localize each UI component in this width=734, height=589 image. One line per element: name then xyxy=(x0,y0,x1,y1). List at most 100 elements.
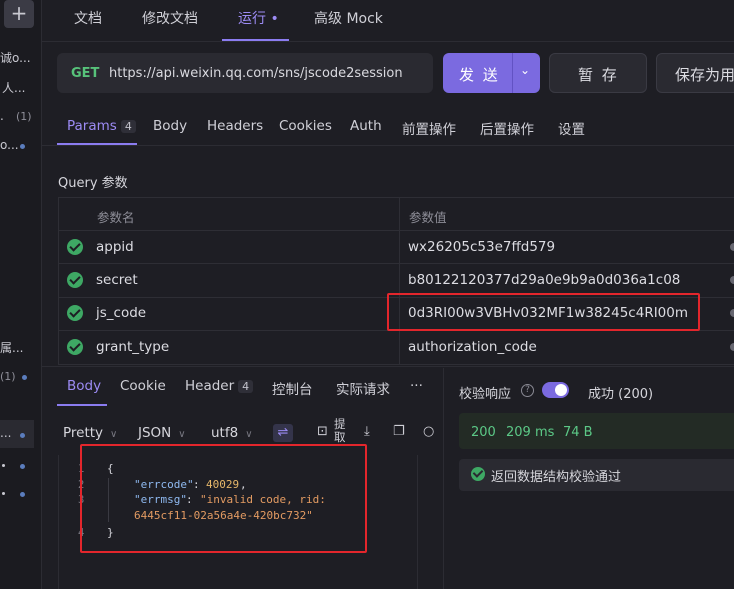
sidebar-dot xyxy=(2,492,5,495)
highlight-box xyxy=(387,293,700,331)
param-value[interactable]: authorization_code xyxy=(408,339,537,355)
sidebar-dot xyxy=(20,433,25,438)
sidebar-count-2: (1) xyxy=(0,370,16,383)
chevron-down-icon: ∨ xyxy=(178,429,186,440)
row-divider xyxy=(59,263,734,264)
tab-actual-request[interactable]: 实际请求 xyxy=(336,378,390,398)
sidebar-dot xyxy=(20,464,25,469)
divider xyxy=(42,145,734,146)
tab-response-body[interactable]: Body xyxy=(67,378,101,394)
help-icon[interactable]: ? xyxy=(521,384,534,397)
search-icon[interactable]: ○ xyxy=(423,424,434,439)
send-button-label: 发 送 xyxy=(459,66,500,84)
copy-icon[interactable]: ❐ xyxy=(393,424,405,439)
tab-response-cookie[interactable]: Cookie xyxy=(120,378,166,394)
sidebar-dot xyxy=(22,375,27,380)
checkbox-icon[interactable] xyxy=(67,305,83,321)
param-name[interactable]: grant_type xyxy=(96,339,169,355)
query-params-title: Query 参数 xyxy=(58,176,128,191)
tab-docs[interactable]: 文档 xyxy=(74,8,102,28)
type-select-value: JSON xyxy=(138,425,172,441)
checkbox-icon[interactable] xyxy=(67,239,83,255)
more-tabs-icon[interactable]: ··· xyxy=(410,378,423,394)
sidebar-item-6[interactable]: ... xyxy=(0,426,11,440)
send-divider xyxy=(512,53,513,93)
tab-response-header-label: Header xyxy=(185,378,235,394)
param-value[interactable]: wx26205c53e7ffd579 xyxy=(408,239,555,255)
param-name[interactable]: js_code xyxy=(96,305,146,321)
tab-advanced-mock[interactable]: 高级 Mock xyxy=(314,8,383,28)
chevron-down-icon[interactable]: ⌄ xyxy=(520,63,530,77)
response-size: 74 B xyxy=(563,425,593,440)
column-divider xyxy=(399,197,400,365)
tab-params[interactable]: Params 4 xyxy=(67,118,136,134)
tab-edit-docs[interactable]: 修改文档 xyxy=(142,8,198,28)
divider xyxy=(42,366,734,367)
sidebar-count-1: (1) xyxy=(16,110,32,123)
tab-run[interactable]: 运行 • xyxy=(238,8,279,28)
checkbox-icon[interactable] xyxy=(67,272,83,288)
toggle-knob xyxy=(555,384,567,396)
validation-text: 返回数据结构校验通过 xyxy=(491,470,622,485)
encoding-select[interactable]: utf8 ∨ xyxy=(211,425,253,441)
param-name[interactable]: secret xyxy=(96,272,138,288)
response-stats xyxy=(459,413,734,449)
verify-response-label: 校验响应 xyxy=(459,387,512,402)
header-count-badge: 4 xyxy=(238,380,254,393)
url-input[interactable]: https://api.weixin.qq.com/sns/jscode2ses… xyxy=(109,66,403,81)
row-action-icon[interactable] xyxy=(730,276,734,284)
sidebar-item-4[interactable]: o... xyxy=(0,138,19,152)
tab-cookies[interactable]: Cookies xyxy=(279,118,332,134)
tab-console[interactable]: 控制台 xyxy=(272,378,313,398)
extract-button[interactable]: 提取 xyxy=(334,418,348,444)
sidebar-item-1[interactable]: 诚o... xyxy=(0,49,31,66)
highlight-box xyxy=(80,444,367,553)
format-select-value: Pretty xyxy=(63,425,104,441)
row-divider xyxy=(59,230,734,231)
param-value[interactable]: b80122120377d29a0e9b9a0d036a1c08 xyxy=(408,272,680,288)
encoding-select-value: utf8 xyxy=(211,425,239,441)
tab-params-label: Params xyxy=(67,118,117,134)
chevron-down-icon: ∨ xyxy=(110,429,118,440)
sidebar-item-3[interactable]: . xyxy=(0,109,4,123)
divider xyxy=(42,41,734,42)
check-circle-icon xyxy=(471,467,485,481)
download-icon[interactable]: ⤓ xyxy=(364,424,370,439)
left-sidebar: + 诚o... 人... . (1) o... 属... (1) ... xyxy=(0,0,42,589)
param-name[interactable]: appid xyxy=(96,239,134,255)
panel-divider[interactable] xyxy=(443,368,444,589)
tab-pre-operations[interactable]: 前置操作 xyxy=(402,118,456,138)
extract-icon[interactable]: ⊡ xyxy=(317,424,328,439)
params-count-badge: 4 xyxy=(120,120,136,133)
response-time: 209 ms xyxy=(506,425,555,440)
column-header-value: 参数值 xyxy=(409,210,447,225)
checkbox-icon[interactable] xyxy=(67,339,83,355)
sidebar-dot xyxy=(20,144,25,149)
method-selector[interactable]: GET xyxy=(71,66,99,81)
row-divider xyxy=(59,364,734,365)
save-draft-label: 暂 存 xyxy=(578,66,619,84)
row-action-icon[interactable] xyxy=(730,309,734,317)
sidebar-dot xyxy=(2,464,5,467)
tab-settings[interactable]: 设置 xyxy=(558,118,585,138)
tab-headers[interactable]: Headers xyxy=(207,118,263,134)
active-tab-indicator xyxy=(57,404,107,406)
row-action-icon[interactable] xyxy=(730,243,734,251)
chevron-down-icon: ∨ xyxy=(245,429,253,440)
type-select[interactable]: JSON ∨ xyxy=(138,425,186,441)
verify-status: 成功 (200) xyxy=(588,387,654,402)
sidebar-item-5[interactable]: 属... xyxy=(0,339,23,356)
status-code: 200 xyxy=(471,425,496,440)
save-as-case-label: 保存为用 xyxy=(675,66,734,84)
tab-body[interactable]: Body xyxy=(153,118,187,134)
tab-auth[interactable]: Auth xyxy=(350,118,382,134)
column-header-name: 参数名 xyxy=(97,210,135,225)
tab-post-operations[interactable]: 后置操作 xyxy=(480,118,534,138)
tab-response-header[interactable]: Header 4 xyxy=(185,378,254,394)
sidebar-dot xyxy=(20,492,25,497)
sidebar-item-2[interactable]: 人... xyxy=(2,79,25,96)
wrap-lines-icon[interactable]: ⇌ xyxy=(273,424,293,442)
add-button[interactable]: + xyxy=(4,0,34,28)
row-action-icon[interactable] xyxy=(730,343,734,351)
format-select[interactable]: Pretty ∨ xyxy=(63,425,117,441)
